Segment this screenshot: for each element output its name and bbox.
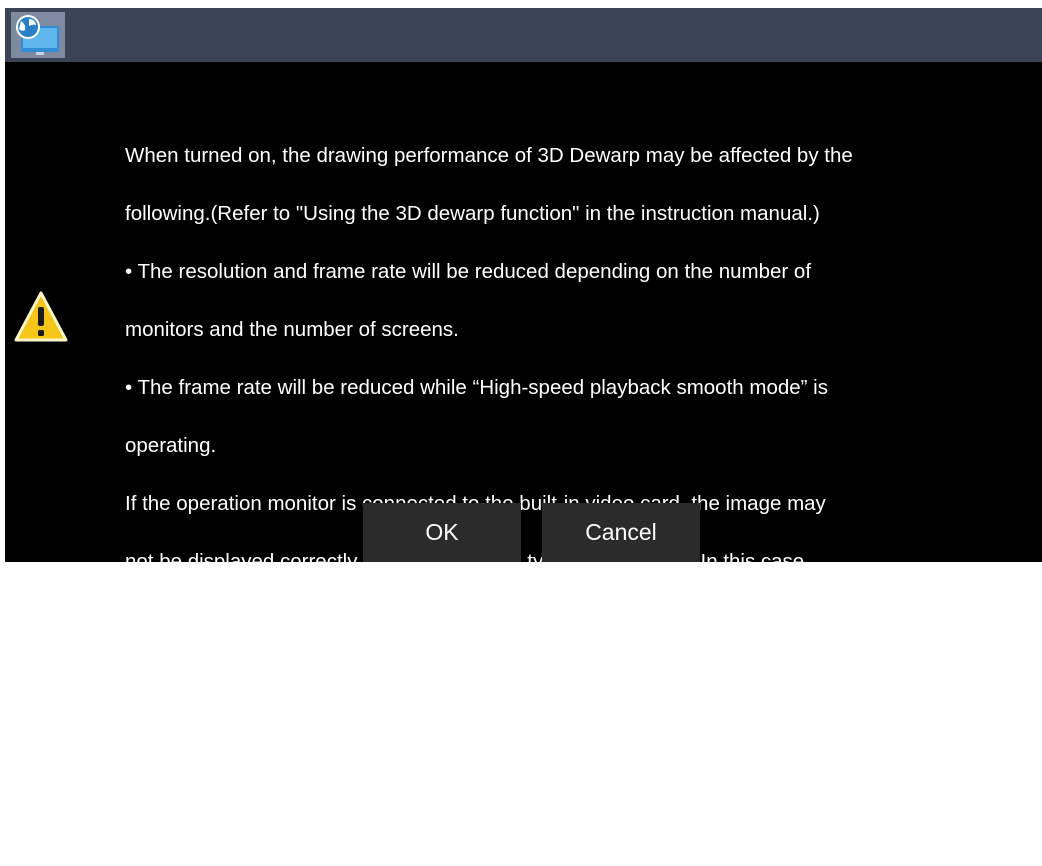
app-globe-monitor-icon xyxy=(11,12,65,58)
message-line: monitors and the number of screens. xyxy=(125,318,459,341)
title-bar xyxy=(5,8,1042,62)
warning-dialog: When turned on, the drawing performance … xyxy=(5,8,1042,863)
message-line: update the driver of the built-in video … xyxy=(125,608,692,631)
ok-button[interactable]: OK xyxy=(363,503,521,562)
message-line: • The frame rate will be reduced while “… xyxy=(125,376,828,399)
cancel-button[interactable]: Cancel xyxy=(542,503,700,562)
message-line: operating. xyxy=(125,434,217,457)
message-line: If the problem persists, connect the dis… xyxy=(125,666,794,689)
message-line: When turned on, the drawing performance … xyxy=(125,144,853,167)
warning-triangle-icon xyxy=(14,291,68,342)
message-line: external video card. xyxy=(125,724,304,747)
message-line: (For information on external video cards… xyxy=(125,782,815,805)
message-line: • The resolution and frame rate will be … xyxy=(125,260,812,283)
message-line: following.(Refer to "Using the 3D dewarp… xyxy=(125,202,820,225)
warning-message: When turned on, the drawing performance … xyxy=(125,112,1005,866)
message-line: "System requirements" section of the ins… xyxy=(125,840,646,863)
